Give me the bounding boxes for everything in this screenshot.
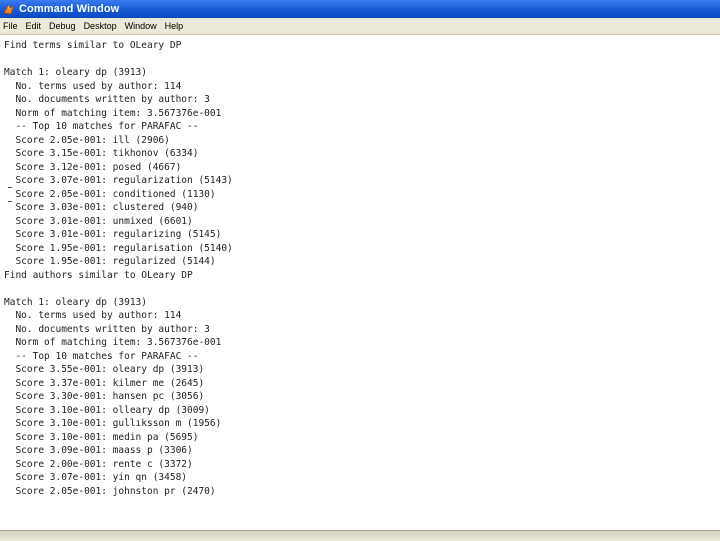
console-line: Score 3.30e-001: hansen pc (3056) xyxy=(4,391,205,402)
console-line: Match 1: oleary dp (3913) xyxy=(4,67,147,78)
console-line: Score 3.10e-001: olleary dp (3009) xyxy=(4,404,210,416)
console-output[interactable]: Find terms similar to OLeary DP Match 1:… xyxy=(0,35,720,530)
console-line: Score 3.10e-001: gullıksson m (1956) xyxy=(4,418,222,429)
menu-desktop[interactable]: Desktop xyxy=(80,18,121,34)
console-line: Score 1.95e-001: regularized (5144) xyxy=(4,256,216,267)
console-line: No. documents written by author: 3 xyxy=(4,323,210,335)
window-title: Command Window xyxy=(19,3,120,15)
console-line: Score 3.07e-001: yin qn (3458) xyxy=(4,472,188,483)
console-line: Norm of matching item: 3.567376e-001 xyxy=(4,337,222,348)
console-line: -- Top 10 matches for PARAFAC -- xyxy=(4,350,199,362)
console-line: Match 1: oleary dp (3913) xyxy=(4,296,147,308)
menu-bar: File Edit Debug Desktop Window Help xyxy=(0,18,720,35)
console-line: Score 3.07e-001: regularization (5143) xyxy=(4,175,233,186)
console-line: Score 2.05e-001: johnston pr (2470) xyxy=(4,485,216,497)
matlab-logo-icon xyxy=(3,3,15,15)
console-line: Find terms similar to OLeary DP xyxy=(4,40,182,51)
console-line: Score 3.15e-001: tikhonov (6334) xyxy=(4,148,199,159)
console-line: No. terms used by author: 114 xyxy=(4,80,182,92)
menu-edit[interactable]: Edit xyxy=(22,18,46,34)
console-line: Score 2.05e-001: conditioned (1130) xyxy=(4,188,216,200)
console-line: Score 3.01e-001: regularizing (5145) xyxy=(4,229,222,240)
menu-help[interactable]: Help xyxy=(161,18,188,34)
command-window: Command Window File Edit Debug Desktop W… xyxy=(0,0,720,541)
console-line: Find authors similar to OLeary DP xyxy=(4,269,193,281)
title-bar[interactable]: Command Window xyxy=(0,0,720,18)
console-line: No. terms used by author: 114 xyxy=(4,310,182,321)
console-line: Score 3.03e-001: clustered (940) xyxy=(4,202,199,213)
console-line: Score 2.05e-001: ill (2906) xyxy=(4,134,170,146)
console-line: Score 3.01e-001: unmixed (6601) xyxy=(4,215,193,227)
console-line: Score 3.37e-001: kilmer me (2645) xyxy=(4,377,205,389)
console-line: Score 3.55e-001: oleary dp (3913) xyxy=(4,364,205,375)
menu-window[interactable]: Window xyxy=(121,18,161,34)
menu-file[interactable]: File xyxy=(0,18,22,34)
console-line: Score 2.00e-001: rente c (3372) xyxy=(4,458,193,470)
console-line: Score 3.12e-001: posed (4667) xyxy=(4,161,182,173)
console-line: Score 3.09e-001: maass p (3306) xyxy=(4,445,193,456)
menu-debug[interactable]: Debug xyxy=(45,18,80,34)
console-line: Score 3.10e-001: medin pa (5695) xyxy=(4,431,199,443)
status-bar xyxy=(0,530,720,541)
console-line: Norm of matching item: 3.567376e-001 xyxy=(4,107,222,119)
console-line: No. documents written by author: 3 xyxy=(4,94,210,105)
console-line: Score 1.95e-001: regularisation (5140) xyxy=(4,242,233,254)
console-line: -- Top 10 matches for PARAFAC -- xyxy=(4,121,199,132)
